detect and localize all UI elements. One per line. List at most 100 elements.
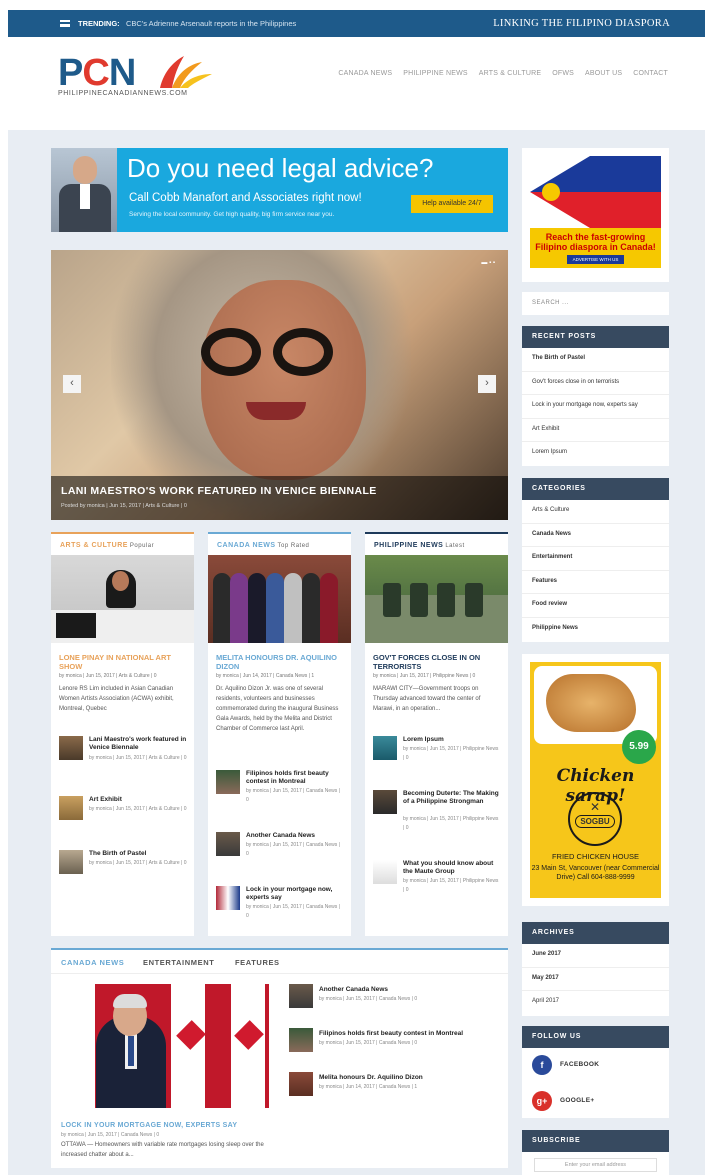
- recent-post-link[interactable]: Lorem Ipsum: [522, 442, 669, 466]
- google-plus-label: GOOGLE+: [560, 1097, 595, 1104]
- recent-post-link[interactable]: Art Exhibit: [522, 419, 669, 442]
- recent-post-link[interactable]: The Birth of Pastel: [522, 348, 669, 372]
- recent-post-link[interactable]: Lock in your mortgage now, experts say: [522, 395, 669, 419]
- hamburger-menu-icon[interactable]: [60, 20, 70, 27]
- item-meta: by monica | Jun 15, 2017 | Philippine Ne…: [403, 746, 499, 761]
- tab-features[interactable]: FEATURES: [235, 958, 280, 967]
- category-link[interactable]: Entertainment: [522, 547, 669, 571]
- legal-advice-ad[interactable]: Do you need legal advice? Call Cobb Mana…: [51, 148, 508, 232]
- category-link[interactable]: Food review: [522, 594, 669, 618]
- nav-contact[interactable]: CONTACT: [633, 70, 668, 77]
- site-header: PCN PHILIPPINECANADIANNEWS.COM CANADA NE…: [8, 37, 705, 130]
- column-tag: Latest: [445, 543, 465, 549]
- philippine-flag: Reach the fast-growing Filipino diaspora…: [530, 156, 661, 268]
- thumbnail: [216, 832, 240, 856]
- logo-letter-c: C: [82, 52, 109, 94]
- item-title[interactable]: What you should know about the Maute Gro…: [403, 860, 501, 876]
- brand-logo: ✕ SOGBU: [568, 792, 622, 846]
- canada-news-column: CANADA NEWS Top Rated MELITA HONOURS DR. …: [208, 532, 351, 936]
- chicken-house-ad[interactable]: 5.99 Chicken sarap! ✕ SOGBU FRIED CHICKE…: [522, 654, 669, 906]
- lawyer-photo: [51, 148, 117, 232]
- tab-bar: CANADA NEWS ENTERTAINMENT FEATURES: [51, 950, 508, 974]
- advertise-ad[interactable]: Reach the fast-growing Filipino diaspora…: [522, 148, 669, 282]
- lead-excerpt: Lenore RS Lim included in Asian Canadian…: [59, 686, 174, 712]
- item-title[interactable]: Another Canada News: [319, 986, 388, 993]
- lead-title[interactable]: LONE PINAY IN NATIONAL ART SHOW: [51, 643, 194, 671]
- thumbnail: [289, 1072, 313, 1096]
- category-link[interactable]: Canada News: [522, 524, 669, 547]
- item-title[interactable]: Art Exhibit: [89, 796, 187, 804]
- ad-subheadline: Call Cobb Manafort and Associates right …: [129, 192, 362, 204]
- search-input[interactable]: SEARCH ...: [532, 300, 569, 306]
- archive-link[interactable]: June 2017: [522, 944, 669, 968]
- lead-title[interactable]: MELITA HONOURS DR. AQUILINO DIZON: [208, 643, 351, 671]
- item-meta: by monica | Jun 15, 2017 | Canada News |…: [319, 996, 418, 1002]
- nav-canada-news[interactable]: CANADA NEWS: [338, 70, 392, 77]
- item-title[interactable]: Another Canada News: [246, 832, 344, 840]
- column-heading[interactable]: ARTS & CULTURE: [60, 542, 128, 549]
- slider-dots[interactable]: ▬ ▪ ▪: [481, 260, 495, 266]
- trending-label: TRENDING:: [78, 19, 120, 28]
- thumbnail: [289, 1028, 313, 1052]
- slide-title[interactable]: LANI MAESTRO'S WORK FEATURED IN VENICE B…: [61, 485, 377, 497]
- email-field[interactable]: Enter your email address: [534, 1158, 657, 1172]
- item-title[interactable]: Filipinos holds first beauty contest in …: [319, 1030, 463, 1037]
- nav-ofws[interactable]: OFWS: [552, 70, 574, 77]
- column-heading[interactable]: CANADA NEWS: [217, 542, 276, 549]
- thumbnail: [59, 850, 83, 874]
- tab-entertainment[interactable]: ENTERTAINMENT: [143, 958, 214, 967]
- item-title[interactable]: Becoming Duterte: The Making of a Philip…: [403, 790, 501, 806]
- archive-link[interactable]: May 2017: [522, 968, 669, 991]
- slide-meta: Posted by monica | Jun 15, 2017 | Arts &…: [61, 503, 187, 509]
- lead-photo[interactable]: [365, 555, 508, 643]
- item-meta: by monica | Jun 15, 2017 | Canada News |…: [319, 1040, 418, 1046]
- top-bar: TRENDING: CBC's Adrienne Arsenault repor…: [8, 10, 705, 37]
- item-title[interactable]: Lani Maestro's work featured in Venice B…: [89, 736, 187, 752]
- item-meta: by monica | Jun 15, 2017 | Canada News |…: [246, 904, 340, 919]
- slider-next-icon[interactable]: ›: [478, 375, 496, 393]
- categories-widget: CATEGORIES Arts & Culture Canada News En…: [522, 478, 669, 642]
- search-widget[interactable]: SEARCH ...: [522, 292, 669, 315]
- lead-photo[interactable]: [51, 555, 194, 643]
- thumbnail: [216, 770, 240, 794]
- featured-slider[interactable]: ▬ ▪ ▪ ‹ › LANI MAESTRO'S WORK FEATURED I…: [51, 250, 508, 520]
- thumbnail: [373, 736, 397, 760]
- item-meta: by monica | Jun 15, 2017 | Arts & Cultur…: [89, 755, 187, 761]
- facebook-label: FACEBOOK: [560, 1061, 600, 1068]
- ad-reach-text: Reach the fast-growing Filipino diaspora…: [535, 232, 656, 252]
- facebook-link[interactable]: f FACEBOOK: [522, 1048, 669, 1084]
- item-meta: by monica | Jun 15, 2017 | Philippine Ne…: [403, 816, 499, 831]
- category-link[interactable]: Philippine News: [522, 618, 669, 642]
- item-title[interactable]: Lock in your mortgage now, experts say: [246, 886, 344, 902]
- thumbnail: [373, 860, 397, 884]
- nav-philippine-news[interactable]: PHILIPPINE NEWS: [403, 70, 467, 77]
- ad-help-button[interactable]: Help available 24/7: [411, 195, 493, 213]
- site-logo[interactable]: PCN PHILIPPINECANADIANNEWS.COM: [58, 52, 212, 97]
- slider-prev-icon[interactable]: ‹: [63, 375, 81, 393]
- slide-caption: LANI MAESTRO'S WORK FEATURED IN VENICE B…: [51, 476, 508, 520]
- tab-lead-photo[interactable]: [61, 984, 269, 1108]
- item-title[interactable]: Lorem Ipsum: [403, 736, 501, 744]
- ad-headline: Do you need legal advice?: [127, 153, 434, 183]
- category-link[interactable]: Features: [522, 571, 669, 594]
- lead-photo[interactable]: [208, 555, 351, 643]
- recent-post-link[interactable]: Gov't forces close in on terrorists: [522, 372, 669, 395]
- advertise-button[interactable]: ADVERTISE WITH US: [566, 255, 625, 264]
- tab-canada-news[interactable]: CANADA NEWS: [61, 958, 124, 967]
- logo-letter-p: P: [58, 52, 83, 94]
- tab-lead-meta: by monica | Jun 15, 2017 | Canada News |…: [61, 1132, 160, 1138]
- item-title[interactable]: Melita honours Dr. Aquilino Dizon: [319, 1074, 423, 1081]
- sun-icon: [542, 183, 560, 201]
- item-meta: by monica | Jun 15, 2017 | Canada News |…: [246, 788, 340, 803]
- item-title[interactable]: Filipinos holds first beauty contest in …: [246, 770, 344, 786]
- nav-arts-culture[interactable]: ARTS & CULTURE: [479, 70, 541, 77]
- lead-title[interactable]: GOV'T FORCES CLOSE IN ON TERRORISTS: [365, 643, 508, 671]
- item-title[interactable]: The Birth of Pastel: [89, 850, 187, 858]
- google-plus-link[interactable]: g+ GOOGLE+: [522, 1084, 669, 1120]
- nav-about-us[interactable]: ABOUT US: [585, 70, 622, 77]
- column-heading[interactable]: PHILIPPINE NEWS: [374, 542, 443, 549]
- category-link[interactable]: Arts & Culture: [522, 500, 669, 524]
- trending-link[interactable]: CBC's Adrienne Arsenault reports in the …: [126, 19, 296, 28]
- tab-lead-title[interactable]: LOCK IN YOUR MORTGAGE NOW, EXPERTS SAY: [61, 1122, 237, 1129]
- archive-link[interactable]: April 2017: [522, 991, 669, 1015]
